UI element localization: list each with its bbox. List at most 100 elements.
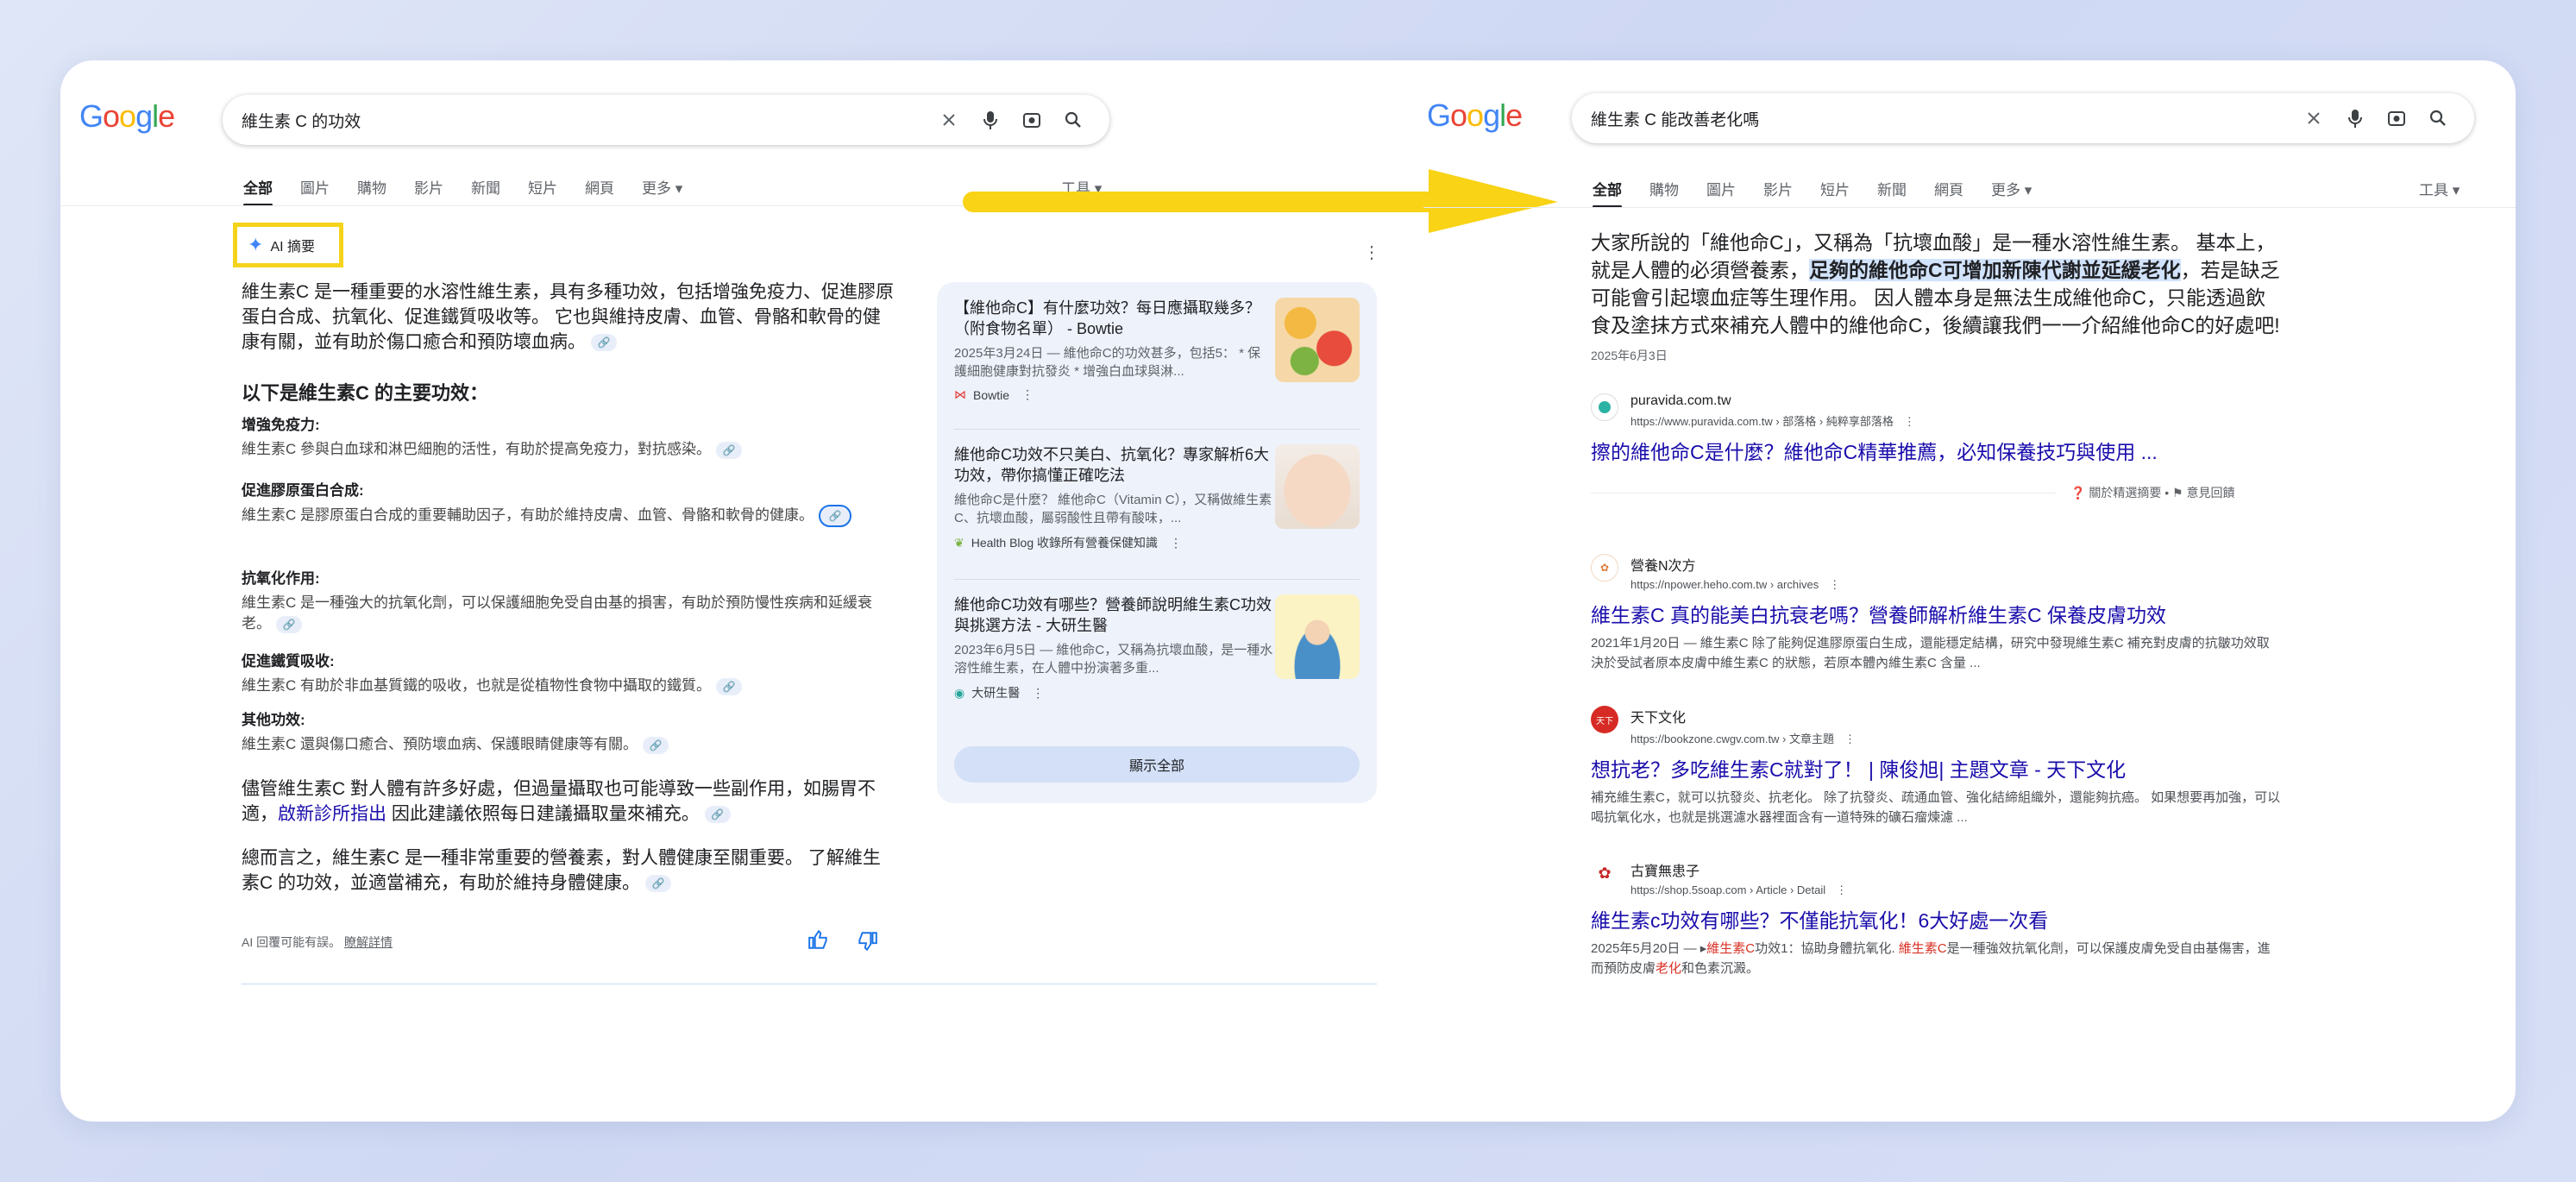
result-site-text: puravida.com.tw https://www.puravida.com…: [1630, 393, 1915, 429]
benefit-desc: 維生素C 是膠原蛋白合成的重要輔助因子，有助於維持皮膚、血管、骨骼和軟骨的健康。…: [242, 505, 897, 527]
source-title[interactable]: 維他命C功效不只美白、抗氧化？專家解析6大功效，帶你搞懂正確吃法: [954, 444, 1273, 486]
more-icon[interactable]: ⋮: [1170, 536, 1182, 550]
tab-more[interactable]: 更多 ▾: [1991, 178, 2032, 208]
lens-icon[interactable]: [2379, 101, 2414, 135]
source-title[interactable]: 【維他命C】有什麼功效？每日應攝取幾多？（附食物名單） - Bowtie: [954, 298, 1273, 339]
benefit-desc: 維生素C 參與白血球和淋巴細胞的活性，有助於提高免疫力，對抗感染。 🔗: [242, 439, 897, 460]
result-title[interactable]: 擦的維他命C是什麼？維他命C精華推薦，必知保養技巧與使用 ...: [1591, 436, 2281, 465]
desc-highlight: 維生素C: [1706, 941, 1756, 956]
learn-more-link[interactable]: 瞭解詳情: [344, 935, 393, 949]
tab-more[interactable]: 更多 ▾: [642, 176, 682, 206]
tools-button-right[interactable]: 工具 ▾: [2419, 178, 2460, 199]
tab-images[interactable]: 圖片: [1706, 178, 1736, 208]
search-box-left[interactable]: 維生素 C 的功效: [223, 95, 1109, 145]
tab-shopping[interactable]: 購物: [357, 176, 386, 206]
benefit-desc: 維生素C 有助於非血基質鐵的吸收，也就是從植物性食物中攝取的鐵質。 🔗: [242, 676, 897, 696]
search-input[interactable]: 維生素 C 的功效: [242, 109, 925, 132]
benefit-title: 抗氧化作用:: [242, 570, 320, 587]
benefit-desc-text: 維生素C 參與白血球和淋巴細胞的活性，有助於提高免疫力，對抗感染。: [242, 441, 711, 457]
source-card-health-blog[interactable]: 維他命C功效不只美白、抗氧化？專家解析6大功效，帶你搞懂正確吃法 維他命C是什麼…: [954, 444, 1360, 551]
search-box-right[interactable]: 維生素 C 能改善老化嗎: [1572, 93, 2474, 143]
tab-images[interactable]: 圖片: [300, 176, 330, 206]
source-separator: [954, 579, 1360, 580]
source-card-bowtie[interactable]: 【維他命C】有什麼功效？每日應攝取幾多？（附食物名單） - Bowtie 202…: [954, 298, 1360, 402]
show-all-button[interactable]: 顯示全部: [954, 746, 1360, 783]
tabs-right: 全部 購物 圖片 影片 短片 新聞 網頁 更多 ▾: [1593, 178, 2059, 208]
snippet-date: 2025年6月3日: [1591, 349, 1668, 362]
result-site-text: 營養N次方 https://npower.heho.com.tw › archi…: [1630, 554, 1840, 592]
link-icon[interactable]: 🔗: [645, 875, 671, 893]
microphone-icon[interactable]: [2338, 101, 2372, 135]
tab-videos[interactable]: 影片: [414, 176, 443, 206]
tab-shorts[interactable]: 短片: [528, 176, 557, 206]
result-site: ✿ 營養N次方 https://npower.heho.com.tw › arc…: [1591, 554, 2281, 592]
source-link[interactable]: 啟新診所指出: [278, 804, 386, 824]
clear-icon[interactable]: [932, 103, 966, 137]
link-icon[interactable]: 🔗: [643, 736, 669, 754]
benefit-desc-text: 維生素C 有助於非血基質鐵的吸收，也就是從植物性食物中攝取的鐵質。: [242, 677, 711, 694]
more-options-icon[interactable]: ⋮: [1363, 242, 1380, 263]
more-icon[interactable]: ⋮: [1836, 883, 1847, 896]
search-result: ✿ 營養N次方 https://npower.heho.com.tw › arc…: [1591, 554, 2281, 673]
tab-all[interactable]: 全部: [1593, 178, 1622, 208]
result-title[interactable]: 維生素C 真的能美白抗衰老嗎？營養師解析維生素C 保養皮膚功效: [1591, 599, 2281, 628]
link-icon[interactable]: 🔗: [819, 505, 851, 527]
more-icon[interactable]: ⋮: [1904, 415, 1915, 428]
tab-news[interactable]: 新聞: [471, 176, 500, 206]
source-site-name: Bowtie: [973, 387, 1010, 402]
tab-shorts[interactable]: 短片: [1820, 178, 1850, 208]
microphone-icon[interactable]: [973, 103, 1008, 137]
help-icon: ❓: [2070, 486, 2086, 500]
source-desc: 維他命C是什麼？ 維他命C（Vitamin C），又稱做維生素C、抗壞血酸，屬弱…: [954, 493, 1272, 525]
result-site-text: 天下文化 https://bookzone.cwgv.com.tw › 文章主題…: [1630, 706, 1856, 746]
link-icon[interactable]: 🔗: [716, 677, 742, 695]
google-logo-left[interactable]: Google: [79, 98, 175, 135]
thumbs-up-icon[interactable]: [807, 928, 830, 955]
link-icon[interactable]: 🔗: [276, 615, 302, 633]
link-icon[interactable]: 🔗: [704, 806, 731, 824]
tab-web[interactable]: 網頁: [585, 176, 614, 206]
feedback-link[interactable]: 意見回饋: [2186, 486, 2234, 500]
more-icon[interactable]: ⋮: [1844, 732, 1856, 745]
benefit-5: 其他功效: 維生素C 還與傷口癒合、預防壞血病、保護眼睛健康等有關。 🔗: [242, 707, 897, 755]
result-title[interactable]: 維生素c功效有哪些？不僅能抗氧化！6大好處一次看: [1591, 904, 2281, 934]
link-icon[interactable]: 🔗: [591, 334, 617, 352]
more-icon[interactable]: ⋮: [1829, 578, 1840, 591]
source-title[interactable]: 維他命C功效有哪些？營養師說明維生素C功效與挑選方法 - 大研生醫: [954, 594, 1273, 636]
tab-shopping[interactable]: 購物: [1649, 178, 1679, 208]
source-site: ⋈ Bowtie ⋮: [954, 387, 1360, 402]
lens-icon[interactable]: [1015, 103, 1049, 137]
benefit-title: 增強免疫力:: [242, 417, 320, 433]
source-site: ❦ Health Blog 收錄所有營養保健知識 ⋮: [954, 534, 1360, 551]
tab-web[interactable]: 網頁: [1934, 178, 1963, 208]
search-icon[interactable]: [2421, 101, 2455, 135]
result-site-text: 古寶無患子 https://shop.5soap.com › Article ›…: [1630, 859, 1847, 897]
ai-intro-text: 維生素C 是一種重要的水溶性維生素，具有多種功效，包括增強免疫力、促進膠原蛋白合…: [242, 282, 894, 352]
result-site: 天下 天下文化 https://bookzone.cwgv.com.tw › 文…: [1591, 706, 2281, 746]
result-desc: 2021年1月20日 — 維生素C 除了能夠促進膠原蛋白生成，還能穩定結構，研究…: [1591, 636, 2270, 670]
result-url: https://bookzone.cwgv.com.tw › 文章主題 ⋮: [1630, 730, 1856, 746]
snippet-feedback: ❓ 關於精選摘要 • ⚑ 意見回饋: [2070, 484, 2234, 501]
clear-icon[interactable]: [2296, 101, 2331, 135]
result-url: https://npower.heho.com.tw › archives ⋮: [1630, 578, 1840, 592]
result-url-text: https://shop.5soap.com › Article › Detai…: [1630, 883, 1826, 896]
more-icon[interactable]: ⋮: [1032, 686, 1044, 701]
search-icon[interactable]: [1056, 103, 1090, 137]
result-title[interactable]: 想抗老？多吃維生素C就對了！ | 陳俊旭| 主題文章 - 天下文化: [1591, 753, 2281, 783]
tab-all[interactable]: 全部: [243, 176, 273, 206]
search-input[interactable]: 維生素 C 能改善老化嗎: [1591, 107, 2290, 130]
source-card-dayan[interactable]: 維他命C功效有哪些？營養師說明維生素C功效與挑選方法 - 大研生醫 2023年6…: [954, 594, 1360, 701]
desc-date: 2025年5月20日 — ▸: [1591, 941, 1707, 956]
desc-highlight: 維生素C: [1898, 941, 1947, 956]
benefit-desc-text: 維生素C 是膠原蛋白合成的重要輔助因子，有助於維持皮膚、血管、骨骼和軟骨的健康。: [242, 506, 814, 524]
ai-warning: 儘管維生素C 對人體有許多好處，但過量攝取也可能導致一些副作用，如腸胃不適，啟新…: [242, 776, 897, 827]
thumbs-down-icon[interactable]: [856, 930, 878, 957]
google-logo-right[interactable]: Google: [1427, 97, 1523, 134]
more-icon[interactable]: ⋮: [1021, 387, 1034, 402]
tab-videos[interactable]: 影片: [1763, 178, 1793, 208]
about-snippet-link[interactable]: 關於精選摘要: [2089, 486, 2161, 500]
sparkle-icon: ✦: [248, 234, 264, 255]
fruit-thumbnail: [1275, 298, 1360, 382]
tab-news[interactable]: 新聞: [1877, 178, 1907, 208]
link-icon[interactable]: 🔗: [716, 441, 742, 459]
